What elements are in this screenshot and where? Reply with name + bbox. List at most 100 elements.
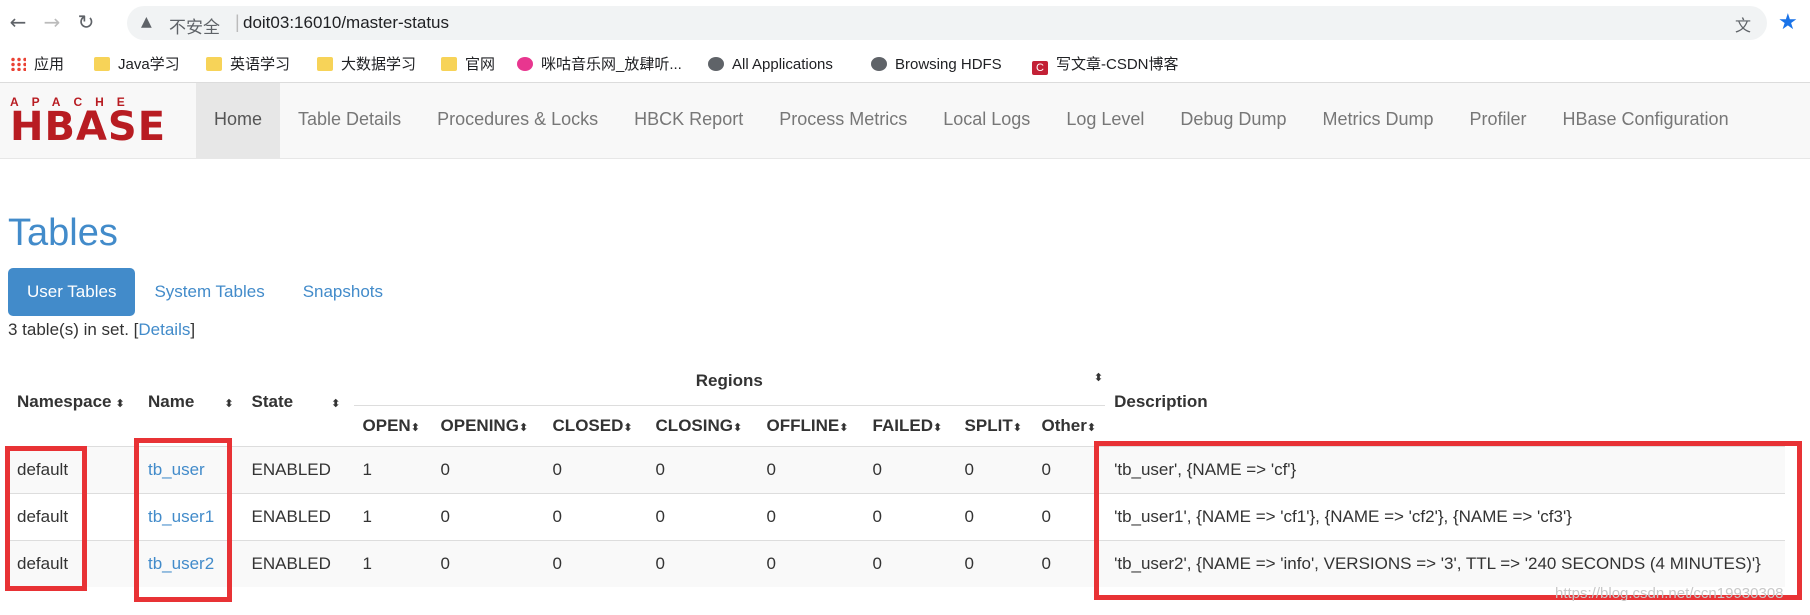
folder-icon <box>206 57 222 71</box>
cell-closed: 0 <box>543 446 647 494</box>
page-title: Tables <box>8 212 118 254</box>
tab-user-tables[interactable]: User Tables <box>8 268 136 316</box>
table-count: 3 table(s) in set. [Details] <box>8 320 195 340</box>
cell-closing: 0 <box>646 493 758 541</box>
bookmark-label: 官网 <box>465 56 496 73</box>
url-text[interactable]: doit03:16010/master-status <box>243 13 449 33</box>
globe-icon <box>871 57 887 71</box>
count-close: ] <box>190 320 196 339</box>
nav-debug-dump[interactable]: Debug Dump <box>1162 83 1304 158</box>
sort-icon[interactable]: ⬍ <box>116 397 125 410</box>
header-name[interactable]: Name ⬍ <box>139 357 243 447</box>
cell-closing: 0 <box>646 540 758 587</box>
header-closed[interactable]: CLOSED⬍ <box>543 405 647 447</box>
header-label: Regions <box>695 371 763 390</box>
cell-opening: 0 <box>431 446 544 494</box>
cell-opening: 0 <box>431 540 544 587</box>
bookmark-label: 咪咕音乐网_放肆听... <box>541 56 682 73</box>
reload-icon[interactable]: ↻ <box>74 10 98 34</box>
header-split[interactable]: SPLIT⬍ <box>955 405 1033 447</box>
migu-icon <box>517 57 533 71</box>
cell-split: 0 <box>955 446 1033 494</box>
header-opening[interactable]: OPENING⬍ <box>431 405 544 447</box>
bookmark-official[interactable]: 官网 <box>441 54 495 76</box>
security-label[interactable]: 不安全 <box>169 13 220 38</box>
bookmark-english[interactable]: 英语学习 <box>206 54 290 76</box>
sort-icon[interactable]: ⬍ <box>519 421 528 434</box>
nav-table-details[interactable]: Table Details <box>280 83 419 158</box>
sort-icon[interactable]: ⬍ <box>733 421 742 434</box>
header-label: CLOSED <box>552 416 624 435</box>
watermark: https://blog.csdn.net/ccn19930308 <box>1555 585 1784 602</box>
nav-home[interactable]: Home <box>196 83 281 158</box>
nav-hbase-configuration[interactable]: HBase Configuration <box>1544 83 1746 158</box>
nav-process-metrics[interactable]: Process Metrics <box>761 83 925 158</box>
apps-grid-icon <box>10 57 26 71</box>
bookmark-java[interactable]: Java学习 <box>94 54 180 76</box>
header-offline[interactable]: OFFLINE⬍ <box>757 405 864 447</box>
bookmark-browsing-hdfs[interactable]: Browsing HDFS <box>871 54 1002 76</box>
annotation-box-name <box>134 438 232 602</box>
header-regions[interactable]: Regions ⬍ <box>354 357 1106 406</box>
translate-icon[interactable]: 文 <box>1735 12 1751 36</box>
back-arrow-icon[interactable]: ← <box>6 10 30 34</box>
sort-icon[interactable]: ⬍ <box>1087 421 1096 434</box>
address-bar[interactable]: ▲ 不安全 | doit03:16010/master-status 文 <box>127 6 1767 40</box>
cell-state: ENABLED <box>242 493 354 541</box>
cell-state: ENABLED <box>242 446 354 494</box>
cell-failed: 0 <box>863 493 956 541</box>
header-label: Name <box>148 391 195 411</box>
table-tabs: User Tables System Tables Snapshots <box>8 268 402 316</box>
cell-closed: 0 <box>543 540 647 587</box>
cell-closed: 0 <box>543 493 647 541</box>
header-label: State <box>251 391 294 411</box>
sort-icon[interactable]: ⬍ <box>331 397 340 410</box>
folder-icon <box>441 57 457 71</box>
header-label: Other <box>1041 416 1087 435</box>
sort-icon[interactable]: ⬍ <box>839 421 848 434</box>
bookmark-all-applications[interactable]: All Applications <box>708 54 833 76</box>
header-open[interactable]: OPEN⬍ <box>353 405 432 447</box>
details-link[interactable]: Details <box>138 320 190 339</box>
header-namespace[interactable]: Namespace ⬍ <box>8 357 139 447</box>
nav-metrics-dump[interactable]: Metrics Dump <box>1304 83 1451 158</box>
nav-procedures-locks[interactable]: Procedures & Locks <box>419 83 616 158</box>
header-label: FAILED <box>872 416 933 435</box>
cell-open: 1 <box>353 446 432 494</box>
nav-local-logs[interactable]: Local Logs <box>925 83 1048 158</box>
sort-icon[interactable]: ⬍ <box>411 421 420 434</box>
header-description: Description <box>1114 391 1208 411</box>
star-icon[interactable]: ★ <box>1778 10 1798 35</box>
bookmark-label: 写文章-CSDN博客 <box>1056 56 1179 73</box>
header-label: OPENING <box>440 416 519 435</box>
bookmarks-bar: 应用 Java学习 英语学习 大数据学习 官网 咪咕音乐网_放肆听... All… <box>0 46 1810 83</box>
header-failed[interactable]: FAILED⬍ <box>863 405 956 447</box>
sort-icon[interactable]: ⬍ <box>933 421 942 434</box>
count-text: 3 table(s) in set. [ <box>8 320 139 339</box>
tab-snapshots[interactable]: Snapshots <box>284 268 402 316</box>
header-label: Namespace <box>17 391 112 411</box>
nav-hbck-report[interactable]: HBCK Report <box>616 83 761 158</box>
bookmark-label: All Applications <box>732 56 833 73</box>
csdn-icon: C <box>1032 61 1048 75</box>
header-state[interactable]: State ⬍ <box>243 357 354 447</box>
tab-system-tables[interactable]: System Tables <box>135 268 283 316</box>
sort-icon[interactable]: ⬍ <box>1013 421 1022 434</box>
bookmark-csdn[interactable]: C 写文章-CSDN博客 <box>1032 54 1179 76</box>
forward-arrow-icon[interactable]: → <box>40 10 64 34</box>
bookmark-migu[interactable]: 咪咕音乐网_放肆听... <box>517 54 682 76</box>
browser-toolbar: ← → ↻ ▲ 不安全 | doit03:16010/master-status… <box>0 0 1810 46</box>
bookmark-bigdata[interactable]: 大数据学习 <box>317 54 416 76</box>
sort-icon[interactable]: ⬍ <box>1094 371 1103 384</box>
cell-closing: 0 <box>646 446 758 494</box>
nav-log-level[interactable]: Log Level <box>1048 83 1162 158</box>
sort-icon[interactable]: ⬍ <box>623 421 632 434</box>
nav-profiler[interactable]: Profiler <box>1451 83 1544 158</box>
header-label: OPEN <box>362 416 411 435</box>
header-closing[interactable]: CLOSING⬍ <box>646 405 758 447</box>
warning-icon[interactable]: ▲ <box>141 14 152 30</box>
hbase-logo[interactable]: APACHE HBASE <box>10 95 166 147</box>
sort-icon[interactable]: ⬍ <box>224 397 233 410</box>
header-label: CLOSING <box>655 416 733 435</box>
bookmark-apps[interactable]: 应用 <box>10 54 64 76</box>
